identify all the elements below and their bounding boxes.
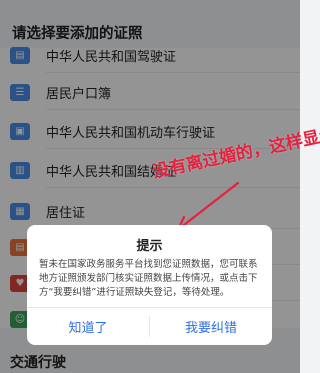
- dialog-title: 提示: [136, 239, 163, 254]
- dialog-footer: 知道了 我要纠错: [27, 307, 272, 345]
- prompt-dialog: 提示 暂未在国家政务服务平台找到您证照数据，您可联系地方证照颁发部门核实证照数据…: [27, 225, 272, 345]
- report-error-button[interactable]: 我要纠错: [150, 308, 272, 345]
- acknowledge-button[interactable]: 知道了: [27, 308, 149, 345]
- dialog-message: 暂未在国家政务服务平台找到您证照数据，您可联系地方证照颁发部门核实证照数据上传情…: [39, 259, 258, 298]
